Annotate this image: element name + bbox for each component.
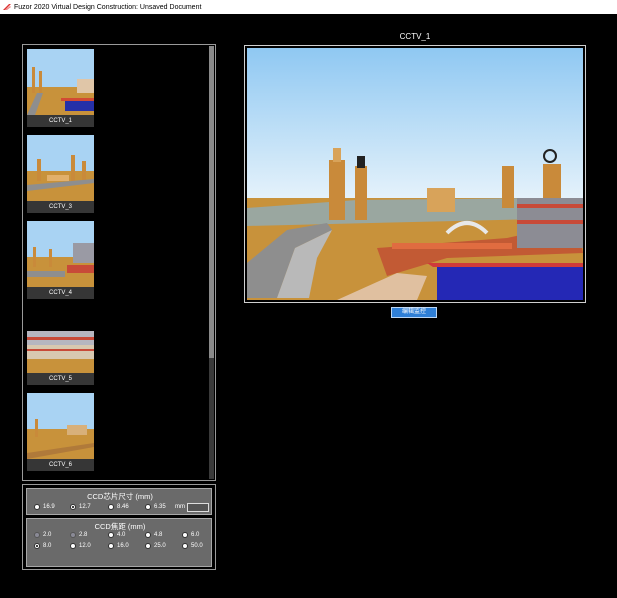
thumbnail-image <box>27 221 94 287</box>
thumbnail-label: CCTV_5 <box>27 373 94 385</box>
focal-option-12-0[interactable]: 12.0 <box>70 543 91 549</box>
radio-icon <box>34 504 40 510</box>
thumbnail-cctv-5[interactable]: CCTV_5 <box>27 307 94 385</box>
thumbnail-label: CCTV_1 <box>27 115 94 127</box>
edit-camera-button[interactable]: 编辑监控 <box>391 307 437 318</box>
custom-sensor-input[interactable] <box>187 503 209 512</box>
camera-settings-panel: CCD芯片尺寸 (mm) 16.9 12.7 8.46 6.35 mm CCD焦… <box>22 484 216 570</box>
radio-icon <box>70 543 76 549</box>
thumbnail-label: CCTV_3 <box>27 201 94 213</box>
sensor-size-title: CCD芯片尺寸 (mm) <box>87 492 153 501</box>
focal-option-4-0[interactable]: 4.0 <box>108 532 125 538</box>
thumbnail-image <box>27 135 94 201</box>
scrollbar-thumb[interactable] <box>209 46 214 358</box>
thumbnail-label: CCTV_6 <box>27 459 94 471</box>
fuzor-logo-icon <box>3 4 11 10</box>
focal-length-group: CCD焦距 (mm) 2.0 2.8 4.0 4.8 6.0 8.0 12.0 … <box>26 518 212 567</box>
radio-disabled-icon <box>70 532 76 538</box>
sensor-option-8-46[interactable]: 8.46 <box>108 504 129 510</box>
focal-option-4-8[interactable]: 4.8 <box>145 532 162 538</box>
thumbnail-cctv-3[interactable]: CCTV_3 <box>27 135 94 213</box>
radio-icon <box>108 543 114 549</box>
thumbnail-cctv-4[interactable]: CCTV_4 <box>27 221 94 299</box>
sensor-unit-label: mm <box>175 504 185 510</box>
radio-icon <box>108 532 114 538</box>
focal-option-25-0[interactable]: 25.0 <box>145 543 166 549</box>
thumbnail-image <box>27 393 94 459</box>
sensor-option-6-35[interactable]: 6.35 <box>145 504 166 510</box>
focal-option-2-0: 2.0 <box>34 532 51 538</box>
thumbnail-cctv-6[interactable]: CCTV_6 <box>27 393 94 471</box>
thumbnail-cctv-1[interactable]: CCTV_1 <box>27 49 94 127</box>
camera-preview-image <box>247 48 583 300</box>
camera-preview <box>244 45 586 303</box>
focal-option-16-0[interactable]: 16.0 <box>108 543 129 549</box>
radio-icon <box>108 504 114 510</box>
radio-icon <box>182 532 188 538</box>
focal-option-2-8: 2.8 <box>70 532 87 538</box>
radio-icon <box>182 543 188 549</box>
thumbnail-scrollbar[interactable] <box>209 46 214 479</box>
thumbnail-image <box>27 307 94 373</box>
focal-option-6-0[interactable]: 6.0 <box>182 532 199 538</box>
title-bar: Fuzor 2020 Virtual Design Construction: … <box>0 0 617 14</box>
focal-option-50-0[interactable]: 50.0 <box>182 543 203 549</box>
camera-thumbnail-list[interactable]: CCTV_1 CCTV_3 CCTV_4 CCTV_5 CCTV_6 <box>22 44 216 481</box>
radio-icon <box>145 532 151 538</box>
radio-icon <box>145 543 151 549</box>
sensor-option-12-7[interactable]: 12.7 <box>70 504 91 510</box>
camera-view-title: CCTV_1 <box>399 32 431 41</box>
radio-selected-icon <box>70 504 76 510</box>
thumbnail-image <box>27 49 94 115</box>
focal-option-8-0[interactable]: 8.0 <box>34 543 51 549</box>
radio-disabled-icon <box>34 532 40 538</box>
sensor-size-group: CCD芯片尺寸 (mm) 16.9 12.7 8.46 6.35 mm <box>26 488 212 515</box>
focal-length-title: CCD焦距 (mm) <box>94 522 146 531</box>
window-title: Fuzor 2020 Virtual Design Construction: … <box>14 3 202 11</box>
sensor-option-16-9[interactable]: 16.9 <box>34 504 55 510</box>
thumbnail-label: CCTV_4 <box>27 287 94 299</box>
radio-selected-icon <box>34 543 40 549</box>
radio-icon <box>145 504 151 510</box>
